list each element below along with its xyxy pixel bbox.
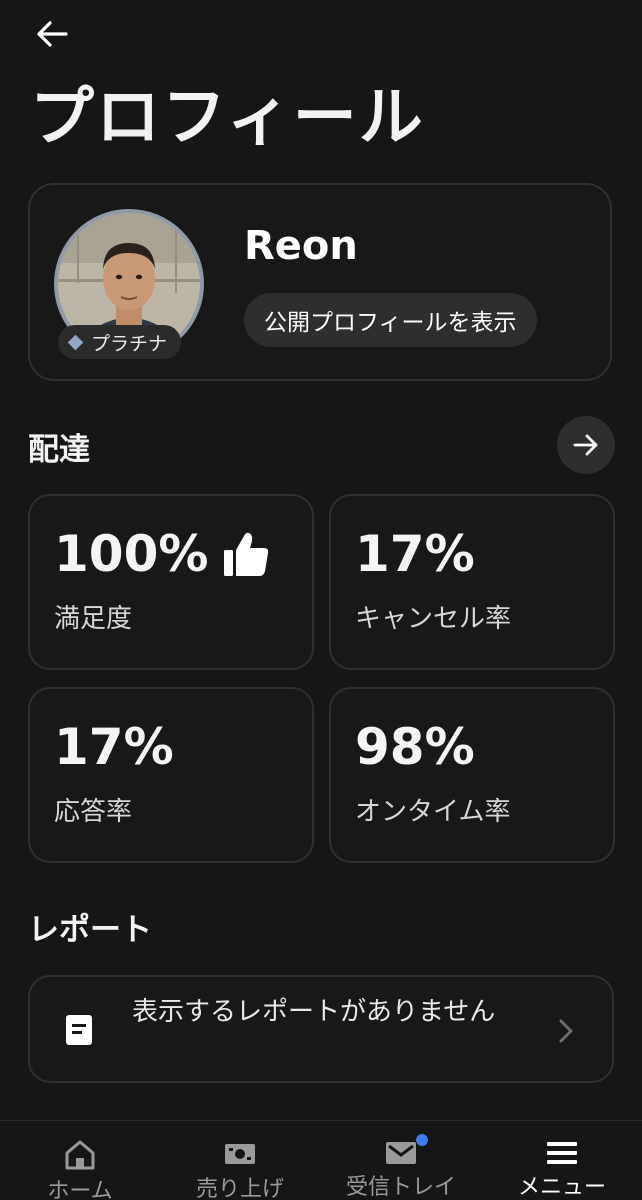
notification-dot: [416, 1134, 428, 1146]
nav-label: メニュー: [517, 1175, 606, 1200]
stat-card-response-rate: 17% 応答率: [28, 687, 314, 863]
stat-value: 17%: [54, 718, 174, 776]
profile-card: プラチナ Reon 公開プロフィールを表示: [28, 183, 612, 381]
stat-value: 17%: [355, 525, 475, 583]
mail-icon: [384, 1134, 428, 1167]
nav-earnings[interactable]: 売り上げ: [160, 1121, 320, 1200]
page-title: プロフィール: [30, 81, 425, 155]
stat-value: 100%: [54, 524, 270, 584]
chevron-right-icon: [558, 1013, 574, 1053]
reports-card[interactable]: 表示するレポートがありません: [28, 975, 614, 1083]
diamond-icon: [67, 334, 84, 350]
menu-icon: [546, 1139, 578, 1167]
stat-label: キャンセル率: [355, 604, 512, 634]
arrow-right-icon: [573, 434, 598, 456]
tier-badge: プラチナ: [58, 325, 182, 359]
stat-label: オンタイム率: [355, 797, 511, 827]
delivery-section-title: 配達: [28, 432, 90, 468]
profile-name: Reon: [244, 223, 358, 269]
stat-value: 98%: [355, 718, 475, 776]
nav-label: ホーム: [47, 1179, 113, 1200]
nav-home[interactable]: ホーム: [0, 1121, 160, 1200]
back-button[interactable]: [28, 12, 76, 56]
thumbs-up-icon: [224, 532, 269, 576]
document-icon: [66, 1015, 92, 1045]
stat-card-cancel-rate: 17% キャンセル率: [329, 494, 615, 670]
bottom-navigation: ホーム 売り上げ 受信トレイ メニュー: [0, 1120, 642, 1200]
earnings-icon: [223, 1139, 257, 1169]
view-public-profile-button[interactable]: 公開プロフィールを表示: [244, 293, 537, 347]
stat-card-on-time-rate: 98% オンタイム率: [329, 687, 615, 863]
nav-menu[interactable]: メニュー: [482, 1121, 642, 1200]
reports-empty-text: 表示するレポートがありません: [132, 997, 496, 1027]
reports-section-title: レポート: [28, 912, 152, 948]
stat-label: 応答率: [54, 797, 133, 827]
arrow-left-icon: [37, 21, 68, 47]
nav-label: 受信トレイ: [345, 1175, 456, 1200]
home-icon: [63, 1139, 97, 1171]
stat-card-satisfaction: 100% 満足度: [28, 494, 314, 670]
delivery-details-button[interactable]: [557, 416, 615, 474]
tier-label: プラチナ: [91, 332, 168, 355]
nav-label: 売り上げ: [195, 1177, 284, 1200]
stat-label: 満足度: [54, 604, 133, 634]
nav-inbox[interactable]: 受信トレイ: [321, 1121, 481, 1200]
profile-page: プロフィール プラチナ Reon 公開プロフィールを表示 配達 100% 満足度…: [0, 0, 642, 1200]
